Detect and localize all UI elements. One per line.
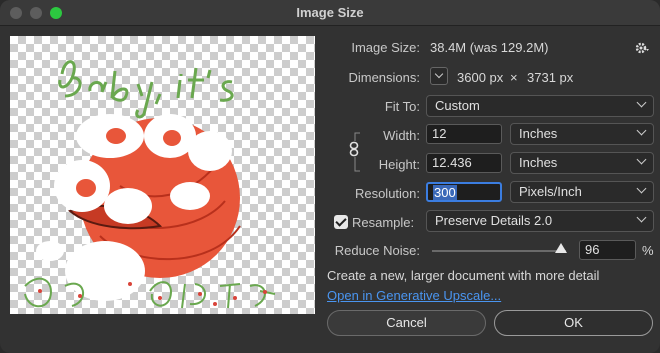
resample-method-dropdown[interactable]: Preserve Details 2.0 [426, 210, 654, 232]
reduce-noise-slider-thumb[interactable] [554, 243, 567, 253]
fit-to-dropdown[interactable]: Custom [426, 95, 654, 117]
height-label: Height: [378, 157, 420, 172]
image-preview[interactable] [10, 36, 315, 314]
reduce-noise-slider-track[interactable] [432, 250, 566, 252]
resample-checkbox[interactable] [334, 215, 348, 229]
chevron-down-icon [434, 69, 444, 79]
height-unit-value: Inches [519, 155, 558, 170]
chevron-down-icon [636, 125, 647, 136]
artwork-illustration [24, 60, 276, 309]
title-bar: Image Size [0, 0, 660, 26]
fit-to-value: Custom [435, 98, 480, 113]
resample-method-value: Preserve Details 2.0 [435, 213, 553, 228]
resolution-unit-dropdown[interactable]: Pixels/Inch [510, 181, 654, 203]
window-title: Image Size [296, 5, 364, 20]
fit-to-label: Fit To: [384, 99, 420, 114]
ok-button[interactable]: OK [494, 310, 653, 336]
dimensions-label: Dimensions: [348, 70, 420, 85]
reduce-noise-label: Reduce Noise: [334, 243, 420, 258]
info-text: Create a new, larger document with more … [327, 268, 600, 283]
resolution-unit-value: Pixels/Inch [519, 184, 582, 199]
reduce-noise-percent: % [642, 243, 654, 258]
image-size-dialog: Image Size Image Size: 38.4M (was 129.2M… [0, 0, 660, 353]
resolution-label: Resolution: [354, 186, 420, 201]
gear-icon[interactable] [635, 41, 649, 55]
height-field[interactable]: 12.436 [426, 153, 502, 173]
dimensions-width-value: 3600 px [457, 70, 504, 85]
resolution-value: 300 [433, 185, 457, 200]
width-unit-dropdown[interactable]: Inches [510, 123, 654, 145]
holly-border [24, 277, 276, 309]
chevron-down-icon [636, 97, 647, 108]
reduce-noise-field[interactable]: 96 [579, 240, 636, 260]
height-unit-dropdown[interactable]: Inches [510, 152, 654, 174]
width-unit-value: Inches [519, 126, 558, 141]
generative-upscale-link[interactable]: Open in Generative Upscale... [327, 288, 501, 303]
width-field[interactable]: 12 [426, 124, 502, 144]
resample-label: Resample: [352, 215, 415, 230]
cancel-button[interactable]: Cancel [327, 310, 486, 336]
chevron-down-icon [636, 212, 647, 223]
dimensions-times-sign: × [510, 70, 518, 85]
link-chain-icon[interactable] [347, 141, 361, 157]
resolution-field[interactable]: 300 [426, 182, 502, 202]
image-size-value: 38.4M (was 129.2M) [430, 40, 549, 55]
chevron-down-icon [636, 183, 647, 194]
width-label: Width: [383, 128, 420, 143]
lettering-outline [58, 60, 82, 98]
image-size-label: Image Size: [351, 40, 420, 55]
dimensions-unit-dropdown[interactable] [430, 67, 448, 85]
dropdown-arrow-icon [646, 49, 649, 51]
chevron-down-icon [636, 154, 647, 165]
dimensions-height-value: 3731 px [527, 70, 574, 85]
